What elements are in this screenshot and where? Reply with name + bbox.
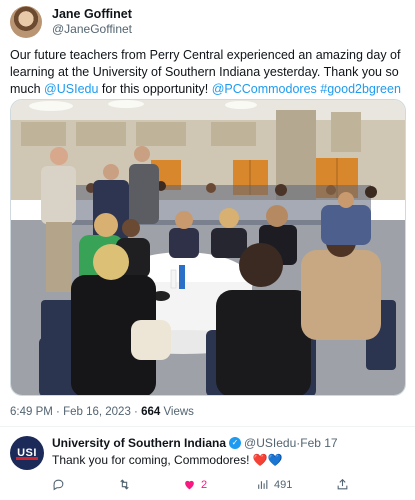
heart-icon: [185, 480, 194, 490]
reply-actions: 2 491: [52, 478, 402, 494]
avatar[interactable]: [10, 6, 42, 38]
views-button[interactable]: 491: [256, 478, 292, 491]
meta-separator: ·: [130, 406, 142, 418]
mention-link[interactable]: @PCCommodores: [212, 82, 317, 96]
views-label: Views: [160, 406, 194, 418]
reply-date[interactable]: Feb 17: [300, 436, 337, 450]
tweet-photo[interactable]: [10, 99, 406, 396]
tweet-text-part: for this opportunity!: [98, 82, 212, 96]
share-icon: [337, 478, 348, 490]
views-count: 491: [274, 478, 293, 491]
tweet-time[interactable]: 6:49 PM: [10, 406, 53, 418]
views-icon: [258, 480, 268, 489]
reply-text-body: Thank you for coming, Commodores!: [52, 453, 253, 467]
usi-avatar[interactable]: USI: [10, 436, 44, 470]
tweet: Jane Goffinet @JaneGoffinet Our future t…: [0, 0, 415, 500]
hashtag-link[interactable]: #good2bgreen: [320, 82, 401, 96]
verified-badge-icon: ✓: [229, 437, 242, 449]
like-count: 2: [201, 478, 208, 491]
reply-icon: [53, 479, 64, 491]
retweet-button[interactable]: [118, 478, 131, 491]
tweet-meta: 6:49 PM · Feb 16, 2023 · 664 Views: [10, 406, 194, 418]
tweet-text: Our future teachers from Perry Central e…: [10, 47, 408, 98]
reply-header: University of Southern Indiana ✓ @USIedu…: [52, 436, 338, 450]
retweet-icon: [120, 479, 129, 490]
like-button[interactable]: 2: [183, 478, 207, 491]
reply-tweet[interactable]: USI University of Southern Indiana ✓ @US…: [0, 427, 415, 500]
views-count: 664: [141, 406, 161, 418]
share-button[interactable]: [336, 478, 349, 491]
photo-illustration: [11, 100, 405, 395]
author-names: Jane Goffinet @JaneGoffinet: [52, 7, 132, 37]
reply-button[interactable]: [52, 478, 65, 491]
reply-handle[interactable]: @USIedu: [244, 436, 296, 450]
mention-link[interactable]: @USIedu: [44, 82, 98, 96]
blue-heart-emoji: 💙: [267, 453, 283, 467]
tweet-author[interactable]: Jane Goffinet @JaneGoffinet: [10, 4, 132, 40]
meta-separator: ·: [52, 406, 64, 418]
tweet-date[interactable]: Feb 16, 2023: [63, 406, 131, 418]
reply-display-name[interactable]: University of Southern Indiana: [52, 436, 226, 450]
author-handle[interactable]: @JaneGoffinet: [52, 22, 132, 37]
red-heart-emoji: ❤️: [252, 453, 268, 467]
usi-logo-bar: [16, 457, 38, 460]
reply-text: Thank you for coming, Commodores! ❤️💙: [52, 453, 283, 467]
author-display-name[interactable]: Jane Goffinet: [52, 7, 132, 22]
